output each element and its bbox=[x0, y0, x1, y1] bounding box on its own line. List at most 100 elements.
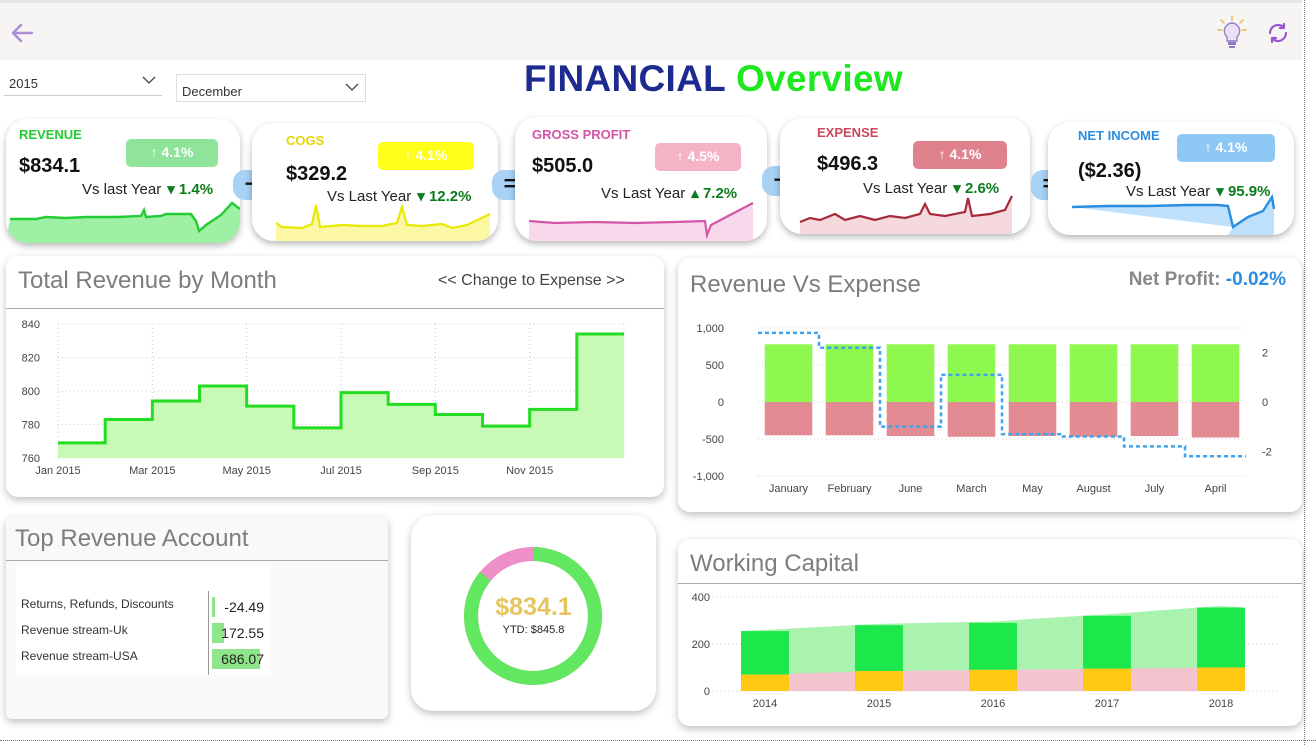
revenue-bar bbox=[1008, 344, 1057, 402]
table-row[interactable]: Revenue stream-USA 686.07 bbox=[16, 647, 270, 671]
y-tick-label: 800 bbox=[22, 386, 40, 398]
x-tick-label: 2017 bbox=[1095, 698, 1119, 710]
revenue-bar bbox=[1130, 344, 1179, 402]
working-capital-bar bbox=[1083, 615, 1131, 669]
y-tick-label: 780 bbox=[22, 420, 40, 432]
y-tick-label: 0 bbox=[704, 686, 710, 698]
working-capital-bar bbox=[741, 631, 789, 675]
expense-bar bbox=[1069, 402, 1118, 437]
x-tick-label: Jul 2015 bbox=[320, 465, 362, 477]
kpi-card-gross-profit[interactable]: GROSS PROFIT $505.0 ↑ 4.5% Vs Last Year ▴… bbox=[515, 117, 767, 241]
liability-bar bbox=[969, 669, 1017, 691]
x-tick-label: 2016 bbox=[981, 698, 1005, 710]
panel-divider bbox=[6, 560, 388, 561]
x-tick-label: July bbox=[1145, 483, 1165, 495]
x-tick-label: 2015 bbox=[867, 698, 891, 710]
donut-ytd: YTD: $845.8 bbox=[502, 624, 565, 636]
kpi-sparkline bbox=[6, 201, 240, 243]
year-dropdown[interactable]: 2015 bbox=[4, 68, 162, 96]
kpi-sparkline bbox=[799, 195, 1013, 234]
month-dropdown-value: December bbox=[182, 84, 242, 99]
y-tick-label: -500 bbox=[702, 434, 724, 446]
x-tick-label: April bbox=[1204, 483, 1226, 495]
expense-bar bbox=[1008, 402, 1057, 437]
kpi-sparkline bbox=[275, 203, 491, 241]
kpi-badge: ↑ 4.5% bbox=[655, 143, 741, 171]
expense-bar bbox=[947, 402, 996, 437]
kpi-value: $834.1 bbox=[19, 155, 81, 177]
revenue-bar bbox=[886, 344, 935, 402]
net-profit-label: Net Profit: bbox=[1128, 269, 1221, 290]
revenue-bar bbox=[1191, 344, 1240, 402]
month-dropdown[interactable]: December bbox=[176, 74, 366, 102]
x-tick-label: Nov 2015 bbox=[506, 465, 553, 477]
table-row[interactable]: Revenue stream-Uk 172.55 bbox=[16, 621, 270, 645]
panel-title: Revenue Vs Expense bbox=[690, 271, 921, 298]
revenue-bar bbox=[764, 344, 813, 402]
x-tick-label: August bbox=[1076, 483, 1110, 495]
working-capital-bar bbox=[855, 625, 903, 672]
liability-bar bbox=[1197, 667, 1245, 691]
kpi-card-expense[interactable]: EXPENSE $496.3 ↑ 4.1% Vs Last Year ▾ 2.6% bbox=[780, 118, 1030, 234]
expense-bar bbox=[764, 402, 813, 436]
kpi-value: $496.3 bbox=[817, 153, 879, 175]
panel-title: Working Capital bbox=[690, 550, 859, 577]
revenue-expense-chart: -1,000 -500 0 500 1,000 -2 0 2 January February Ju… bbox=[693, 323, 1272, 495]
x-tick-label: May bbox=[1022, 483, 1043, 495]
x-tick-label: 2018 bbox=[1209, 698, 1233, 710]
x-tick-label: Mar 2015 bbox=[129, 465, 175, 477]
y-tick-label: 760 bbox=[22, 453, 40, 465]
kpi-vs-label: Vs Last Year bbox=[601, 185, 686, 202]
x-tick-label: 2014 bbox=[753, 698, 777, 710]
y-tick-label: 0 bbox=[718, 397, 724, 409]
kpi-card-revenue[interactable]: REVENUE $834.1 ↑ 4.1% Vs last Year ▾ 1.4% bbox=[6, 119, 240, 243]
account-name: Revenue stream-USA bbox=[21, 649, 138, 663]
revenue-bar bbox=[825, 344, 874, 402]
y-tick-label: 400 bbox=[692, 592, 710, 604]
working-capital-panel: Working Capital 0 200 400 2014 2015 2016 2017 2… bbox=[678, 539, 1302, 726]
refresh-icon[interactable] bbox=[1265, 20, 1291, 46]
x-tick-label: May 2015 bbox=[223, 465, 271, 477]
title-financial: FINANCIAL bbox=[524, 58, 726, 99]
kpi-vs-last-year: Vs Last Year ▴ 7.2% bbox=[601, 184, 737, 202]
table-row[interactable]: Returns, Refunds, Discounts -24.49 bbox=[16, 595, 270, 619]
y-tick-label: -1,000 bbox=[693, 471, 724, 483]
x-tick-label: Jan 2015 bbox=[35, 465, 80, 477]
canvas-border-bottom bbox=[0, 740, 1316, 741]
kpi-badge: ↑ 4.1% bbox=[378, 142, 474, 170]
kpi-badge: ↑ 4.1% bbox=[1177, 134, 1275, 162]
liability-bar bbox=[741, 674, 789, 691]
x-tick-label: January bbox=[769, 483, 809, 495]
kpi-card-cogs[interactable]: COGS $329.2 ↑ 4.1% Vs Last Year ▾ 12.2% bbox=[252, 123, 498, 241]
x-tick-label: June bbox=[899, 483, 923, 495]
liability-bar bbox=[855, 671, 903, 691]
expense-bar bbox=[1191, 402, 1240, 438]
working-capital-bar bbox=[969, 622, 1017, 670]
kpi-label: GROSS PROFIT bbox=[532, 127, 631, 142]
lightbulb-icon[interactable] bbox=[1216, 15, 1248, 51]
account-value-bar bbox=[212, 597, 215, 617]
account-value: 172.55 bbox=[221, 625, 264, 641]
top-revenue-table: Returns, Refunds, Discounts -24.49 Revenue… bbox=[16, 565, 270, 675]
top-revenue-panel: Top Revenue Account Returns, Refunds, Di… bbox=[6, 517, 388, 719]
panel-title: Top Revenue Account bbox=[15, 525, 249, 552]
y2-tick-label: 0 bbox=[1262, 397, 1268, 409]
kpi-value: ($2.36) bbox=[1078, 160, 1142, 182]
x-tick-label: February bbox=[827, 483, 872, 495]
kpi-card-net-income[interactable]: NET INCOME ($2.36) ↑ 4.1% Vs Last Year ▾ … bbox=[1048, 122, 1294, 235]
kpi-badge: ↑ 4.1% bbox=[913, 141, 1007, 169]
kpi-label: REVENUE bbox=[19, 127, 82, 142]
expense-bar bbox=[886, 402, 935, 437]
chevron-down-icon bbox=[345, 83, 359, 91]
net-profit-value: -0.02% bbox=[1225, 269, 1286, 290]
kpi-label: NET INCOME bbox=[1078, 128, 1160, 143]
change-to-expense-toggle[interactable]: << Change to Expense >> bbox=[438, 272, 625, 290]
revenue-bar bbox=[1069, 344, 1118, 402]
expense-bar bbox=[825, 402, 874, 436]
account-name: Revenue stream-Uk bbox=[21, 623, 128, 637]
kpi-sparkline bbox=[1071, 193, 1276, 235]
back-arrow-icon[interactable] bbox=[8, 19, 36, 47]
kpi-vs-pct-value: 7.2% bbox=[702, 185, 738, 202]
table-axis bbox=[208, 591, 209, 675]
canvas-border-right bbox=[1304, 0, 1305, 745]
